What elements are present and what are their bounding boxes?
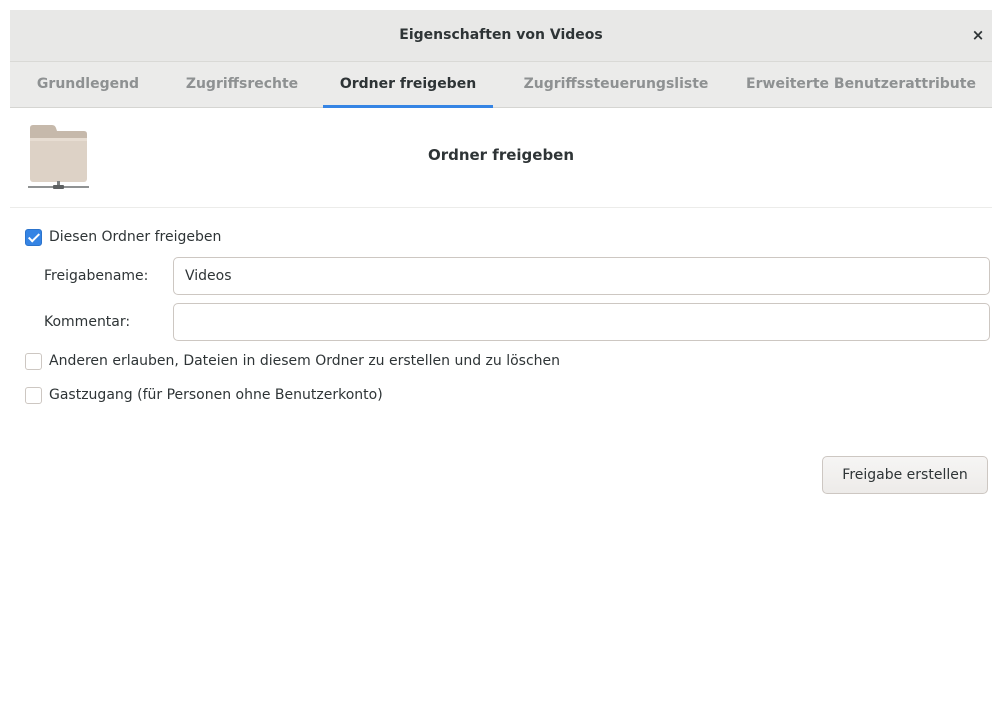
section-title: Ordner freigeben [427, 146, 575, 164]
share-folder-checkbox[interactable]: Diesen Ordner freigeben [25, 226, 221, 248]
tab-bar: Grundlegend Zugriffsrechte Ordner freige… [10, 62, 992, 108]
checkbox-unchecked-icon [25, 386, 42, 404]
comment-label: Kommentar: [44, 314, 131, 330]
tab-ordner-freigeben[interactable]: Ordner freigeben [323, 62, 493, 108]
section-header: Ordner freigeben [10, 108, 992, 208]
allow-others-checkbox[interactable]: Anderen erlauben, Dateien in diesem Ordn… [25, 350, 560, 372]
title-bar: Eigenschaften von Videos × [10, 10, 992, 62]
create-share-button[interactable]: Freigabe erstellen [822, 456, 988, 494]
dialog-title: Eigenschaften von Videos [399, 27, 603, 43]
guest-access-label: Gastzugang (für Personen ohne Benutzerko… [49, 387, 383, 403]
properties-dialog: Eigenschaften von Videos × Grundlegend Z… [0, 0, 992, 709]
close-icon: × [971, 26, 985, 44]
checkbox-checked-icon [25, 228, 42, 246]
guest-access-checkbox[interactable]: Gastzugang (für Personen ohne Benutzerko… [25, 384, 383, 406]
tab-zugriffsrechte[interactable]: Zugriffsrechte [183, 62, 301, 108]
comment-input[interactable] [173, 303, 990, 341]
share-folder-label: Diesen Ordner freigeben [49, 229, 222, 245]
tab-zugriffssteuerungsliste[interactable]: Zugriffssteuerungsliste [518, 62, 714, 108]
allow-others-label: Anderen erlauben, Dateien in diesem Ordn… [49, 353, 561, 369]
share-name-label: Freigabename: [44, 268, 149, 284]
close-button[interactable]: × [964, 20, 992, 50]
share-name-input[interactable] [173, 257, 990, 295]
tab-grundlegend[interactable]: Grundlegend [36, 62, 140, 108]
tab-erweiterte-benutzerattribute[interactable]: Erweiterte Benutzerattribute [736, 62, 986, 108]
checkbox-unchecked-icon [25, 352, 42, 370]
